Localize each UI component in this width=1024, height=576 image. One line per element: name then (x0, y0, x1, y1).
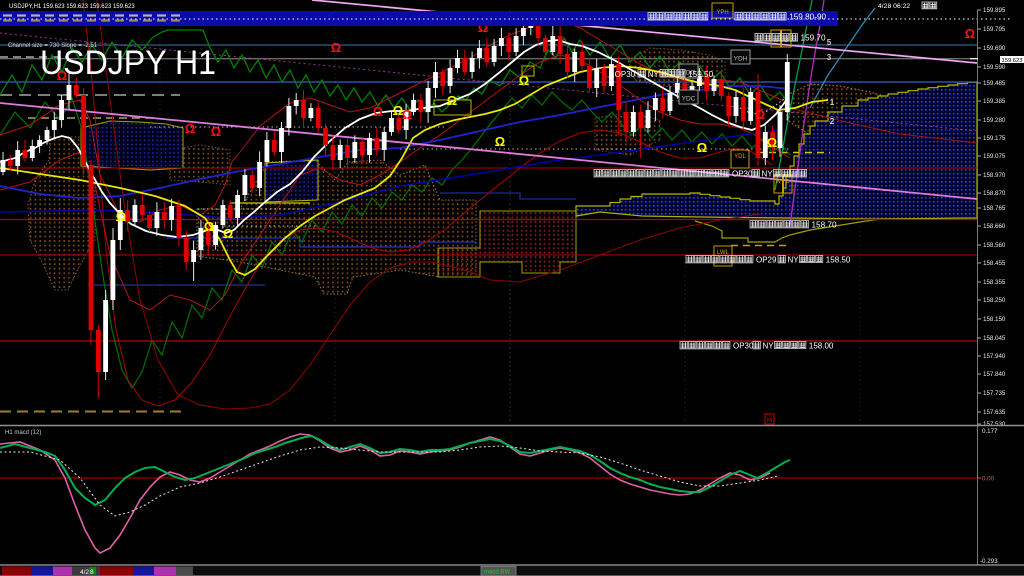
svg-text:158.355: 158.355 (983, 279, 1006, 286)
svg-text:NY: NY (788, 256, 800, 265)
svg-text:159.280: 159.280 (983, 117, 1006, 124)
svg-text:Ω: Ω (204, 219, 214, 234)
svg-text:158.045: 158.045 (983, 335, 1006, 342)
svg-text:158.00: 158.00 (809, 342, 834, 351)
svg-text:159.895: 159.895 (983, 7, 1006, 14)
svg-text:NY: NY (763, 342, 775, 351)
svg-text:macd BW: macd BW (484, 570, 510, 576)
svg-text:157.635: 157.635 (983, 409, 1006, 416)
svg-text:H1 macd (12): H1 macd (12) (5, 430, 41, 436)
svg-text:OP30: OP30 (732, 170, 753, 179)
svg-text:D: D (786, 179, 790, 185)
svg-text:Ω: Ω (402, 107, 412, 122)
svg-text:OP30: OP30 (733, 342, 754, 351)
svg-text:5: 5 (827, 38, 832, 47)
svg-text:2: 2 (830, 117, 835, 126)
svg-text:0.00: 0.00 (982, 476, 995, 483)
svg-text:159.80-90: 159.80-90 (789, 13, 826, 22)
svg-text:Ω: Ω (767, 135, 777, 150)
svg-text:YDC: YDC (682, 96, 696, 103)
svg-text:157.840: 157.840 (983, 371, 1006, 378)
svg-text:159.590: 159.590 (983, 64, 1006, 71)
svg-text:158.50: 158.50 (826, 256, 851, 265)
svg-text:159.485: 159.485 (983, 80, 1006, 87)
svg-text:Ω: Ω (965, 26, 975, 41)
svg-text:-0.293: -0.293 (980, 558, 998, 565)
svg-text:USDJPY,H1 159.623 159.623 159: USDJPY,H1 159.623 159.623 159.623 159.62… (9, 4, 135, 10)
svg-text:158.150: 158.150 (983, 316, 1006, 323)
svg-text:Ω: Ω (697, 140, 707, 155)
svg-text:159.175: 159.175 (983, 135, 1006, 142)
svg-text:4/2: 4/2 (80, 569, 89, 576)
svg-text:M: M (767, 417, 772, 424)
svg-text:W: W (776, 179, 782, 185)
svg-text:YDH: YDH (734, 56, 748, 63)
svg-text:Ω: Ω (185, 121, 195, 136)
svg-text:...OP30: ...OP30 (608, 70, 636, 79)
svg-text:159.623: 159.623 (1002, 58, 1023, 64)
svg-text:158.765: 158.765 (983, 205, 1006, 212)
svg-text:Ω: Ω (373, 104, 383, 119)
svg-text:158.660: 158.660 (983, 223, 1006, 230)
svg-text:Ω: Ω (223, 226, 233, 241)
svg-text:0.177: 0.177 (982, 428, 998, 435)
svg-text:159.70: 159.70 (801, 34, 826, 43)
svg-text:3: 3 (827, 53, 832, 62)
svg-text:YPH: YPH (716, 10, 728, 16)
svg-text:158.70: 158.70 (812, 221, 837, 230)
svg-text:Ω: Ω (495, 134, 505, 149)
svg-text:158.970: 158.970 (983, 172, 1006, 179)
svg-text:4/28 06:22: 4/28 06:22 (878, 3, 910, 10)
svg-text:159.795: 159.795 (983, 26, 1006, 33)
svg-text:OP29: OP29 (756, 256, 777, 265)
svg-text:YDL: YDL (734, 154, 746, 160)
svg-text:NY: NY (648, 70, 660, 79)
svg-text:Ω: Ω (116, 209, 126, 224)
svg-text:158.455: 158.455 (983, 260, 1006, 267)
svg-text:159.385: 159.385 (983, 98, 1006, 105)
svg-text:Ω: Ω (755, 107, 765, 122)
svg-text:159.690: 159.690 (983, 45, 1006, 52)
svg-text:8: 8 (90, 569, 94, 576)
svg-text:158.560: 158.560 (983, 242, 1006, 249)
svg-text:1: 1 (830, 98, 835, 107)
svg-text:159.50: 159.50 (688, 70, 713, 79)
svg-text:Ω: Ω (331, 40, 341, 55)
svg-text:Ω: Ω (211, 124, 221, 139)
svg-text:158.250: 158.250 (983, 297, 1006, 304)
svg-text:Ω: Ω (393, 103, 403, 118)
svg-text:NY: NY (762, 170, 774, 179)
svg-text:158.870: 158.870 (983, 190, 1006, 197)
svg-text:157.735: 157.735 (983, 390, 1006, 397)
svg-text:USDJPY H1: USDJPY H1 (40, 44, 216, 82)
svg-text:159.075: 159.075 (983, 153, 1006, 160)
svg-text:157.940: 157.940 (983, 353, 1006, 360)
svg-text:Ω: Ω (519, 73, 529, 88)
